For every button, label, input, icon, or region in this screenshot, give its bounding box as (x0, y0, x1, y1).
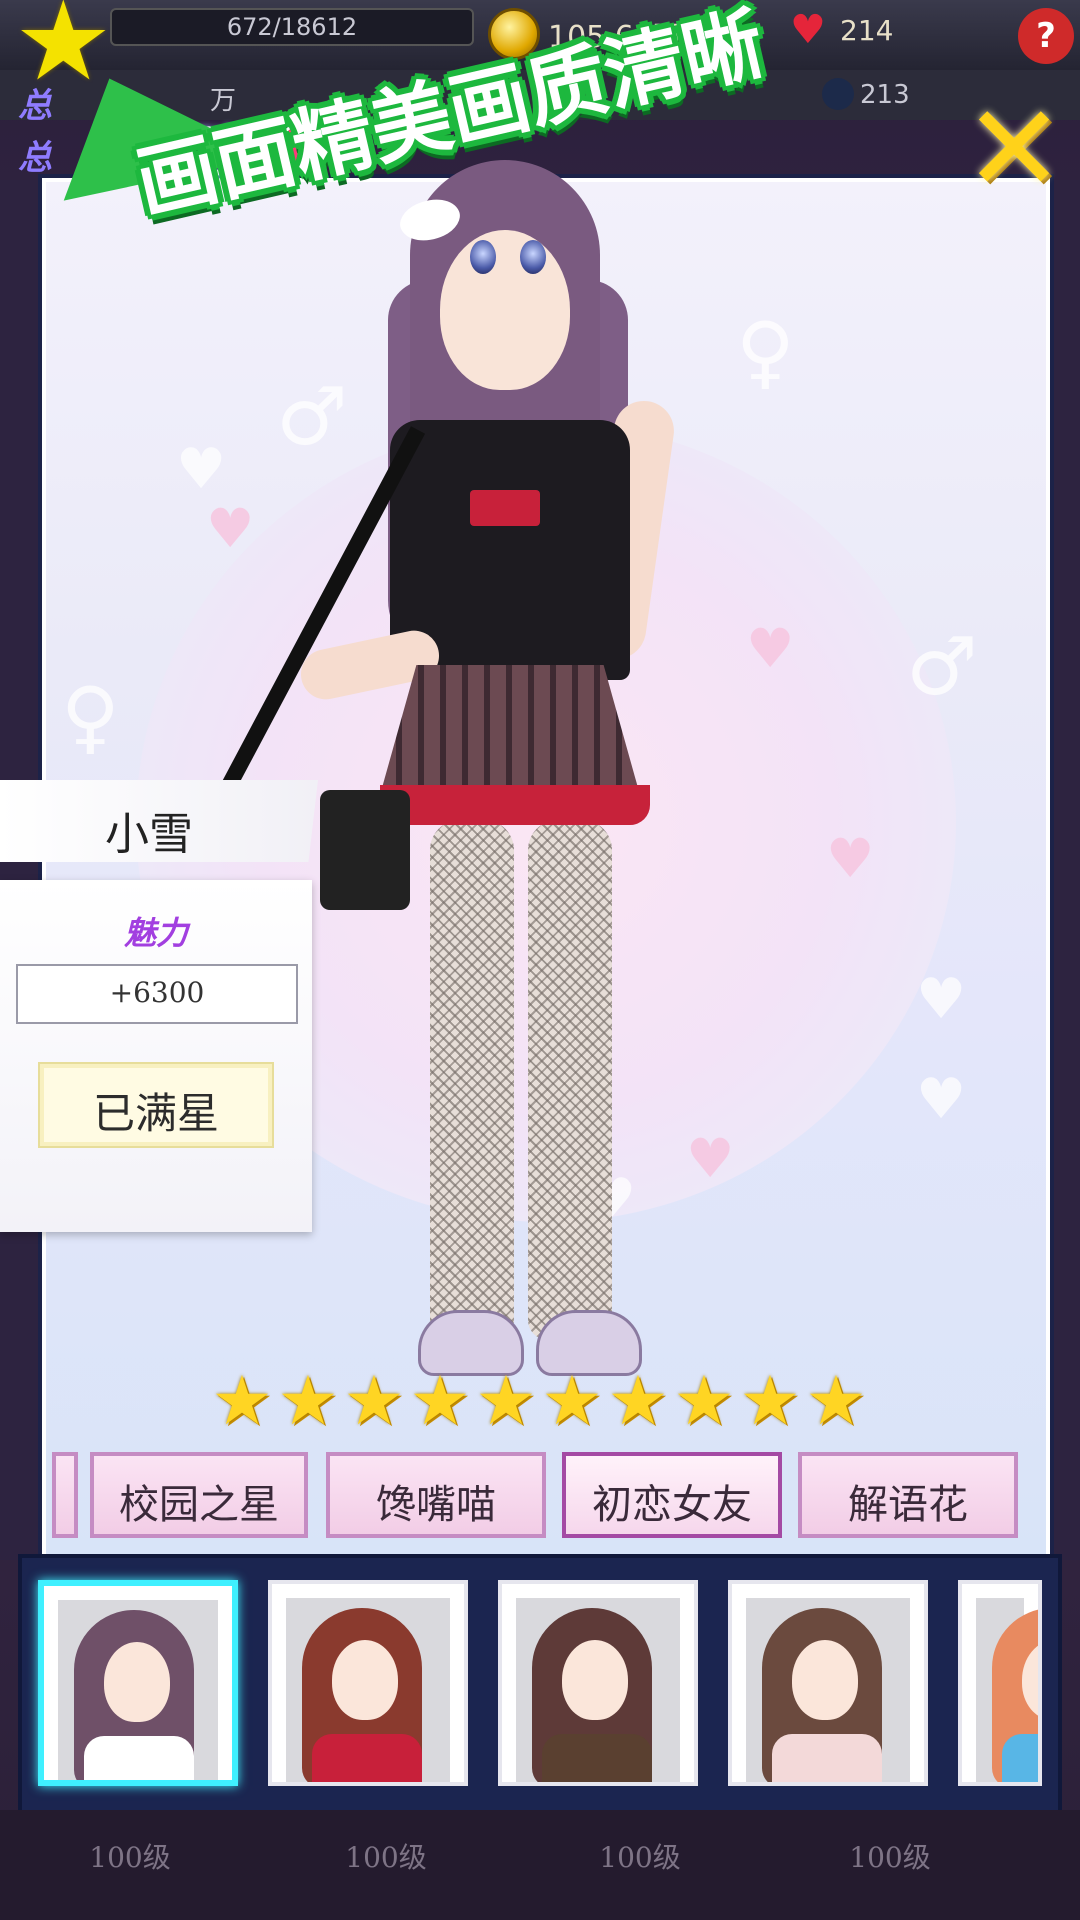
thumbnail-outfit (542, 1734, 652, 1782)
heart-icon: ♥ (826, 827, 875, 890)
heart-icon: ♥ (916, 1067, 967, 1132)
star-icon: ★ (673, 1362, 735, 1441)
character-selector (18, 1554, 1062, 1814)
star-icon: ★ (211, 1362, 273, 1441)
tab-campus-star[interactable]: 校园之星 (90, 1452, 308, 1538)
star-rating: ★ ★ ★ ★ ★ ★ ★ ★ ★ ★ (210, 1362, 880, 1441)
thumbnail-face (332, 1640, 398, 1720)
character-thumbnail[interactable] (958, 1580, 1042, 1786)
character-face (440, 230, 570, 390)
name-panel: 小雪 (0, 780, 318, 862)
tab-flower[interactable]: 解语花 (798, 1452, 1018, 1538)
character-leg (528, 820, 612, 1340)
badge-icon (822, 78, 854, 110)
level-label: 100级 (89, 1841, 171, 1874)
mars-icon: ♂ (906, 620, 978, 713)
star-icon: ★ (409, 1362, 471, 1441)
shirt-logo (470, 490, 540, 526)
venus-icon: ♀ (61, 670, 120, 763)
star-icon: ★ (277, 1362, 339, 1441)
level-label: 100级 (345, 1841, 427, 1874)
star-icon: ★ (343, 1362, 405, 1441)
charm-label: 魅力 (123, 914, 188, 952)
thumbnail-face (562, 1640, 628, 1720)
star-icon: ★ (805, 1362, 867, 1441)
character-leg (430, 820, 514, 1340)
close-button[interactable]: ✕ (962, 90, 1066, 210)
heart-icon: ♥ (790, 7, 826, 53)
max-star-button[interactable]: 已满星 (38, 1062, 274, 1148)
total-label-2: 总 (18, 138, 52, 178)
thumbnail-outfit (84, 1736, 194, 1780)
xp-text: 672/18612 (226, 13, 358, 41)
thumbnail-outfit (772, 1734, 882, 1782)
secondary-value-b: 213 (860, 80, 910, 110)
heart-value: 214 (840, 14, 894, 47)
heart-icon: ♥ (746, 617, 795, 680)
heart-icon: ♥ (176, 437, 227, 502)
tab-greedy-cat[interactable]: 馋嘴喵 (326, 1452, 546, 1538)
tab-label: 解语花 (848, 1482, 968, 1528)
star-icon: ★ (541, 1362, 603, 1441)
character-thumbnail[interactable] (268, 1580, 468, 1786)
star-icon: ★ (607, 1362, 669, 1441)
charm-value-box: +6300 (16, 964, 298, 1024)
tab-label: 馋嘴喵 (376, 1482, 496, 1528)
left-background (0, 180, 40, 1560)
tab-label: 初恋女友 (592, 1482, 752, 1528)
eye-icon (520, 240, 546, 274)
level-label: 100级 (849, 1841, 931, 1874)
xp-bar: 672/18612 (110, 8, 474, 46)
tab-first-love[interactable]: 初恋女友 (562, 1452, 782, 1538)
character-bag (320, 790, 410, 910)
max-star-label: 已满星 (92, 1089, 219, 1138)
thumbnail-outfit (1002, 1734, 1038, 1782)
tab-label: 校园之星 (119, 1482, 279, 1528)
star-icon: ★ (475, 1362, 537, 1441)
character-skirt (380, 665, 640, 795)
character-illustration (213, 160, 700, 1420)
charm-value: +6300 (109, 976, 205, 1009)
level-label: 100级 (599, 1841, 681, 1874)
star-icon: ★ (739, 1362, 801, 1441)
thumbnail-face (104, 1642, 170, 1722)
eye-icon (470, 240, 496, 274)
character-thumbnail[interactable] (38, 1580, 238, 1786)
character-name: 小雪 (105, 809, 193, 860)
heart-icon: ♥ (206, 497, 255, 560)
character-thumbnail[interactable] (728, 1580, 928, 1786)
info-panel: 魅力 +6300 已满星 (0, 880, 312, 1232)
tab-partial[interactable] (52, 1452, 78, 1538)
venus-icon: ♀ (736, 305, 795, 398)
question-icon[interactable]: ? (1018, 8, 1074, 64)
character-thumbnail[interactable] (498, 1580, 698, 1786)
thumbnail-outfit (312, 1734, 422, 1782)
thumbnail-face (792, 1640, 858, 1720)
character-skirt-ruffle (380, 785, 650, 825)
star-icon: ★ (14, 0, 113, 105)
heart-icon: ♥ (916, 967, 967, 1032)
